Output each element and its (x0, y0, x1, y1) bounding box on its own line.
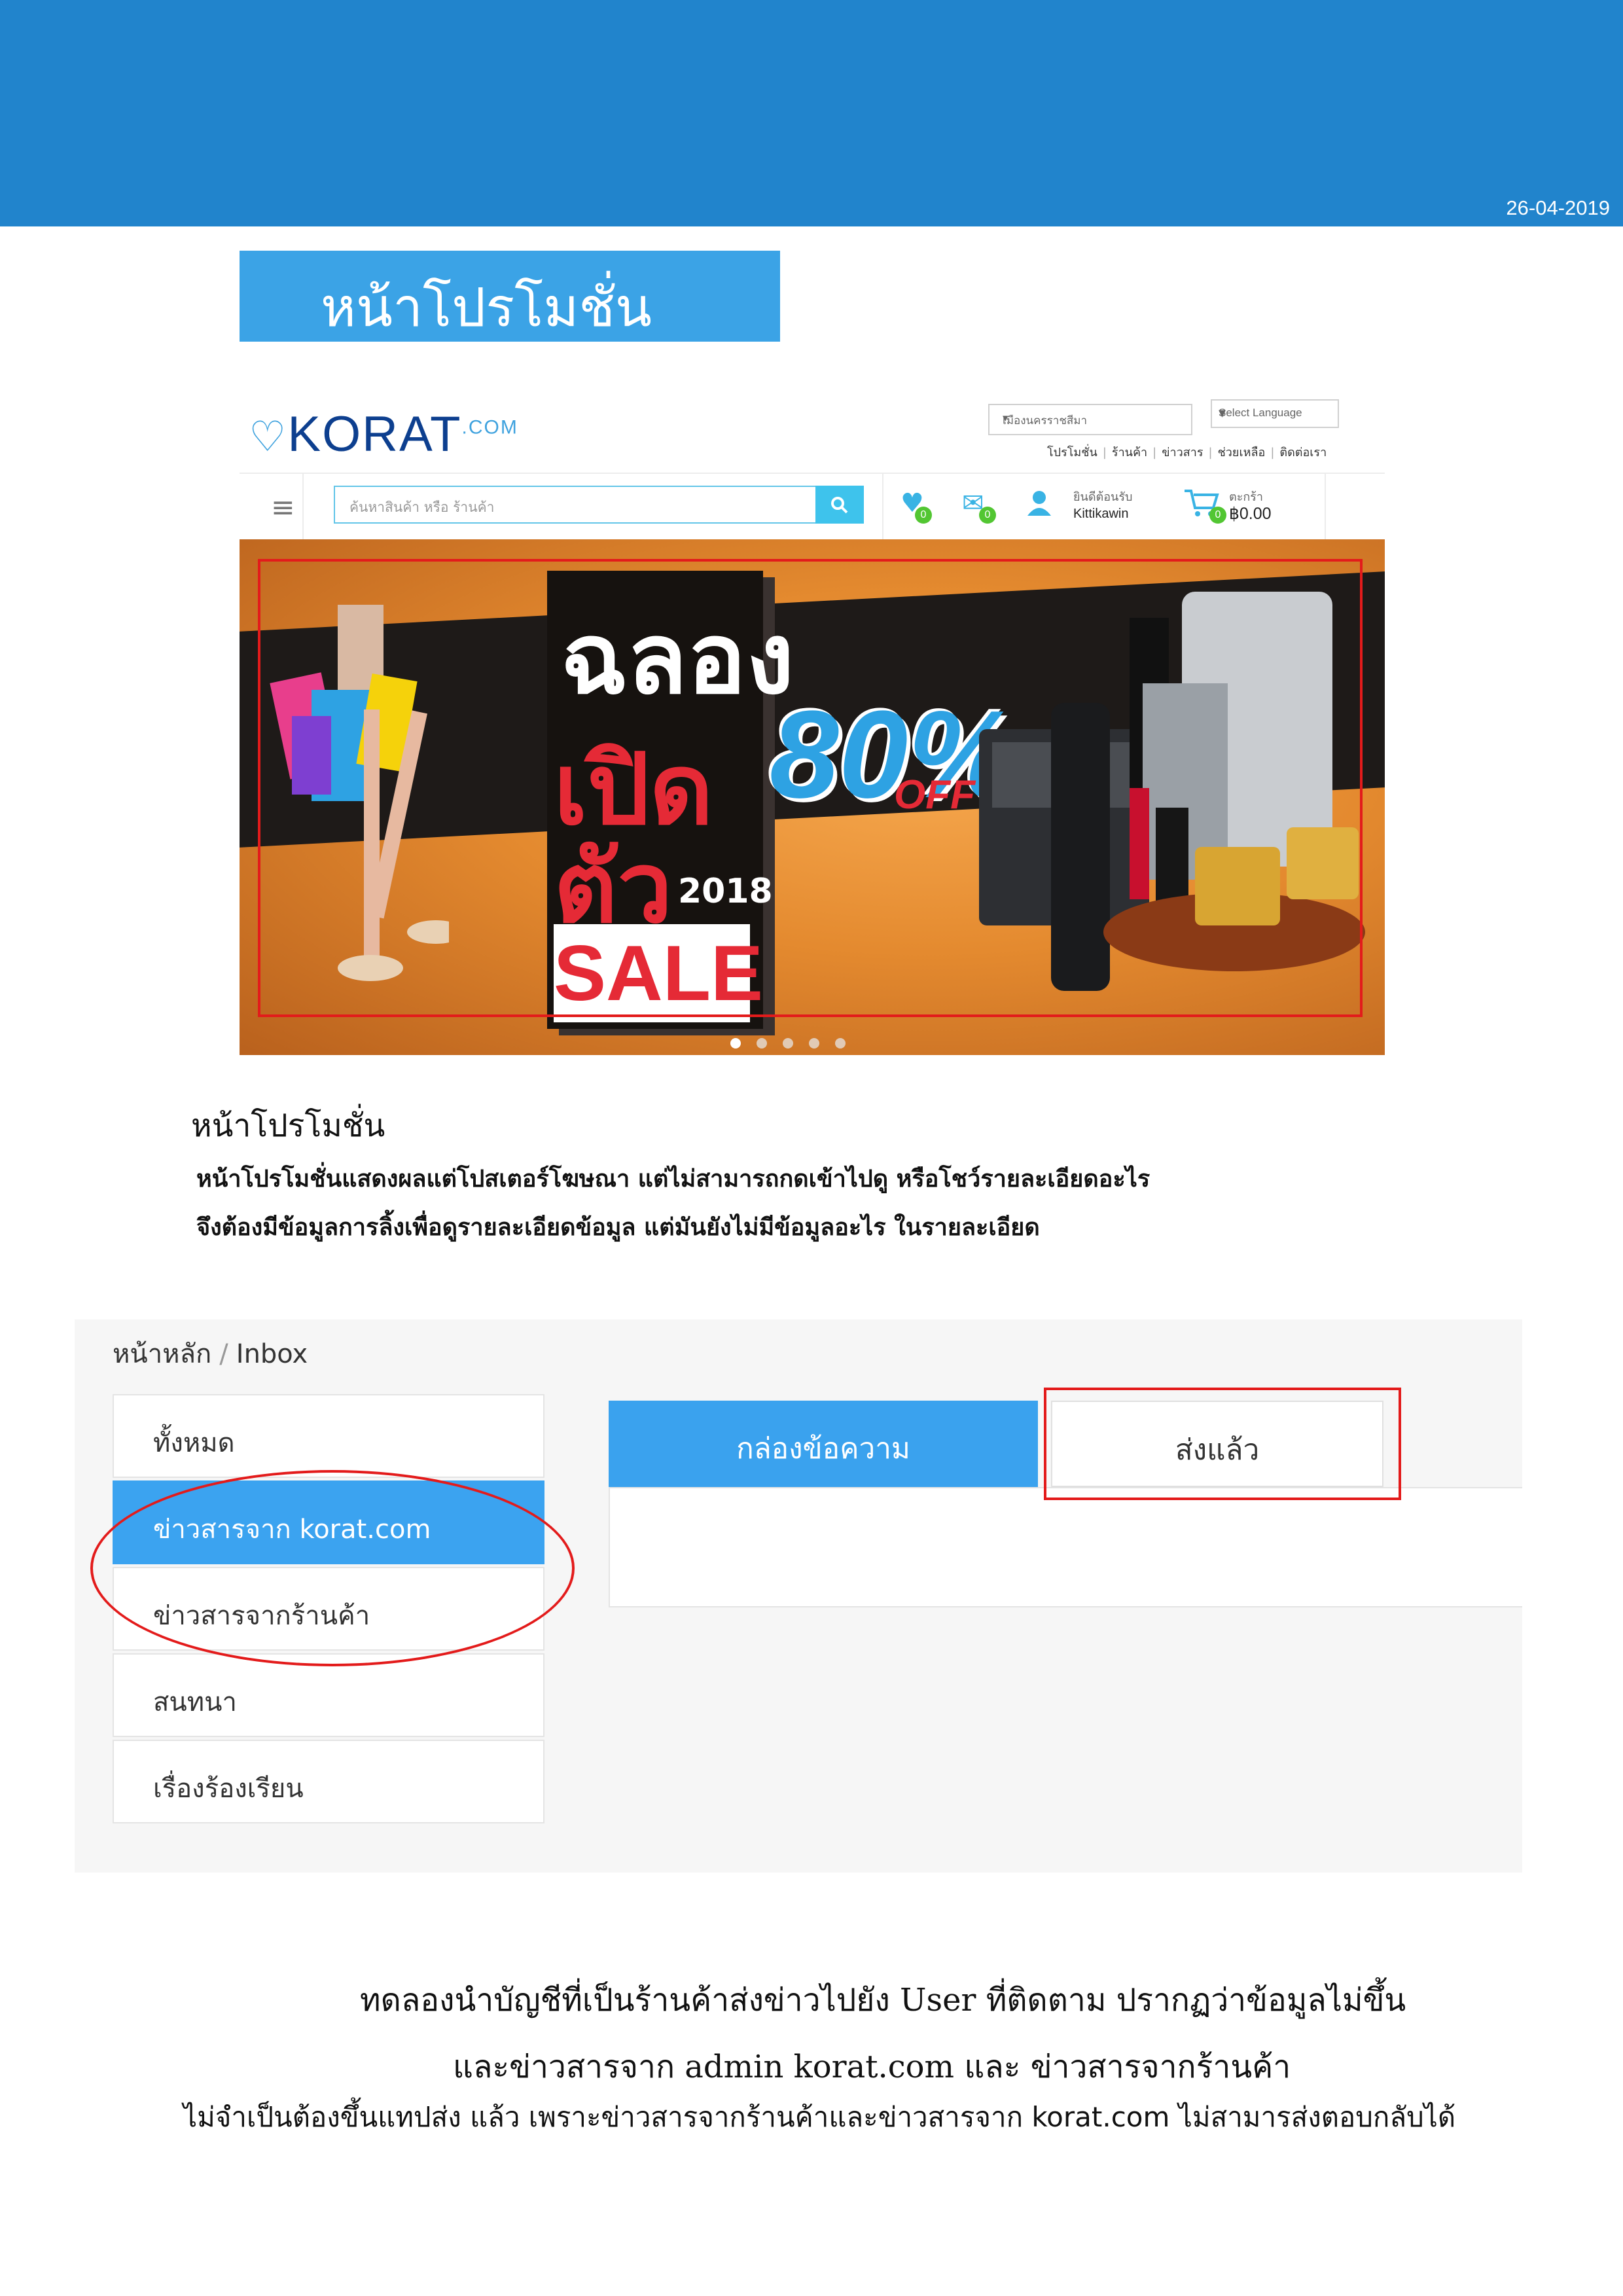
user-silhouette (1027, 491, 1051, 516)
document-date: 26-04-2019 (1506, 196, 1610, 219)
note-line-2: และข่าวสารจาก admin korat.com และ ข่าวสา… (453, 2049, 1291, 2085)
carousel-dot[interactable] (783, 1038, 793, 1049)
logo-text: KORAT (287, 406, 462, 462)
breadcrumb-home[interactable]: หน้าหลัก (113, 1339, 211, 1369)
chevron-down-icon: ▾ (1219, 404, 1226, 421)
message-count-badge: 0 (979, 507, 996, 524)
user-welcome-label[interactable]: ยินดีต้อนรับ (1073, 487, 1132, 506)
news-items-highlight-ellipse (90, 1470, 575, 1666)
caption-line-1: หน้าโปรโมชั่นแสดงผลแต่โปสเตอร์โฆษณา แต่ไ… (196, 1166, 1150, 1193)
cart-total[interactable]: ฿0.00 (1229, 504, 1272, 524)
sent-tab-highlight-box (1044, 1388, 1401, 1500)
promo-highlight-frame (258, 559, 1363, 1017)
wishlist-count-badge: 0 (915, 507, 932, 524)
chevron-down-icon: ▾ (1003, 412, 1008, 424)
carousel-dot[interactable] (809, 1038, 819, 1049)
link-divider: | (1102, 446, 1107, 459)
caption-title: หน้าโปรโมชั่น (191, 1107, 385, 1144)
nav-divider (302, 474, 304, 541)
note-line-1: ทดลองนำบัญชีที่เป็นร้านค้าส่งข่าวไปยัง U… (360, 1982, 1406, 2018)
link-divider: | (1152, 446, 1157, 459)
breadcrumb-separator: / (219, 1339, 228, 1369)
top-link-shops[interactable]: ร้านค้า (1112, 446, 1147, 459)
sidebar-item-label: ทั้งหมด (153, 1428, 235, 1458)
nav-divider (1325, 474, 1326, 541)
search-input[interactable]: ค้นหาสินค้า หรือ ร้านค้า (334, 486, 818, 524)
top-link-news[interactable]: ข่าวสาร (1162, 446, 1203, 459)
note-line-3: ไม่จำเป็นต้องขึ้นแทปส่ง แล้ว เพราะข่าวสา… (183, 2101, 1456, 2133)
menu-icon[interactable]: ≡ (271, 491, 295, 524)
user-icon[interactable] (1025, 488, 1054, 520)
province-select[interactable]: เมืองนครราชสีมา ▾ (988, 404, 1192, 435)
top-header-bar (0, 0, 1623, 226)
sidebar-item-label: สนทนา (153, 1687, 237, 1717)
search-placeholder: ค้นหาสินค้า หรือ ร้านค้า (349, 499, 495, 515)
cart-label[interactable]: ตะกร้า (1229, 487, 1263, 506)
breadcrumb-current: Inbox (236, 1339, 308, 1369)
sidebar-item-complaints[interactable]: เรื่องร้องเรียน (113, 1740, 544, 1823)
top-link-contact[interactable]: ติดต่อเรา (1279, 446, 1327, 459)
heart-logo-icon: ♡ (249, 413, 288, 460)
message-list-panel (609, 1487, 1522, 1607)
caption-line-2: จึงต้องมีข้อมูลการลิ้งเพื่อดูรายละเอียดข… (196, 1214, 1040, 1241)
link-divider: | (1270, 446, 1275, 459)
tab-inbox[interactable]: กล่องข้อความ (609, 1401, 1038, 1487)
language-select[interactable]: Select Language ▾ (1211, 399, 1339, 428)
sidebar-item-all[interactable]: ทั้งหมด (113, 1394, 544, 1478)
search-icon (831, 496, 848, 513)
link-divider: | (1208, 446, 1213, 459)
tab-inbox-label: กล่องข้อความ (736, 1432, 910, 1465)
top-link-promotion[interactable]: โปรโมชั่น (1047, 446, 1097, 459)
top-link-help[interactable]: ช่วยเหลือ (1218, 446, 1266, 459)
section-title: หน้าโปรโมชั่น (321, 277, 652, 339)
promotion-banner[interactable]: ฉลอง เปิดตัว 2018 SALE 80% OFF (240, 539, 1385, 1055)
user-name[interactable]: Kittikawin (1073, 507, 1128, 522)
nav-divider (882, 474, 883, 541)
site-logo[interactable]: ♡KORAT.COM (249, 406, 518, 463)
carousel-dot[interactable] (757, 1038, 767, 1049)
cart-count-badge: 0 (1209, 507, 1226, 524)
breadcrumb: หน้าหลัก / Inbox (113, 1333, 308, 1374)
search-button[interactable] (815, 486, 864, 524)
logo-suffix: .COM (461, 416, 518, 439)
carousel-dot[interactable] (730, 1038, 741, 1049)
carousel-dots (730, 1038, 861, 1051)
section-title-banner: หน้าโปรโมชั่น (240, 251, 780, 342)
carousel-dot[interactable] (835, 1038, 846, 1049)
top-nav-links: โปรโมชั่น | ร้านค้า | ข่าวสาร | ช่วยเหลือ | ติดต… (1047, 442, 1327, 461)
sidebar-item-label: เรื่องร้องเรียน (153, 1774, 304, 1804)
